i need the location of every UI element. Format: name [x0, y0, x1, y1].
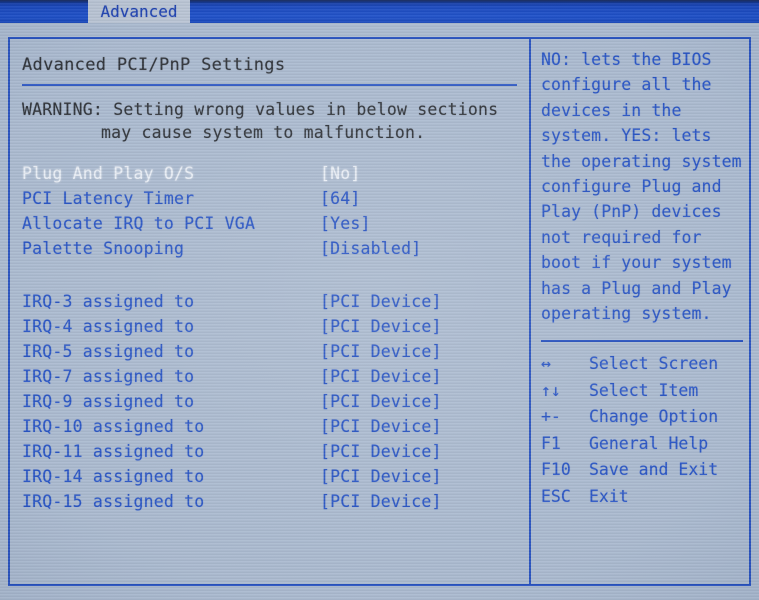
- irq-option-label: IRQ-10 assigned to: [22, 417, 205, 436]
- key-legend-row: ↑↓ Select Item: [541, 377, 745, 404]
- irq-option-value[interactable]: [PCI Device]: [320, 317, 442, 336]
- key-legend: ↔ Select Screen ↑↓ Select Item +- Change Opti…: [541, 350, 745, 509]
- help-separator: [541, 340, 743, 343]
- irq-option-value[interactable]: [PCI Device]: [320, 367, 442, 386]
- irq-option-label: IRQ-14 assigned to: [22, 467, 205, 486]
- key-legend-row: ↔ Select Screen: [541, 350, 745, 377]
- option-row[interactable]: Palette Snooping [Disabled]: [10, 236, 529, 261]
- esc-key-icon: ESC: [541, 486, 571, 506]
- option-row[interactable]: Allocate IRQ to PCI VGA [Yes]: [10, 211, 529, 236]
- menu-bar: Advanced: [0, 0, 759, 23]
- warning-line-1: WARNING: Setting wrong values in below s…: [22, 100, 499, 119]
- irq-option-label: IRQ-9 assigned to: [22, 392, 195, 411]
- option-label: Palette Snooping: [22, 239, 185, 258]
- option-value[interactable]: [Yes]: [320, 214, 371, 233]
- up-down-arrow-icon: ↑↓: [541, 380, 561, 400]
- pci-pnp-option-list: Plug And Play O/S [No] PCI Latency Timer [6…: [10, 161, 529, 261]
- option-label: Allocate IRQ to PCI VGA: [22, 214, 256, 233]
- key-legend-row: F10 Save and Exit: [541, 456, 745, 483]
- key-legend-description: Select Screen: [589, 354, 719, 374]
- option-value[interactable]: [No]: [320, 164, 361, 183]
- key-legend-row: F1 General Help: [541, 430, 745, 457]
- page-title: Advanced PCI/PnP Settings: [22, 55, 286, 75]
- irq-option-value[interactable]: [PCI Device]: [320, 492, 442, 511]
- irq-option-row[interactable]: IRQ-15 assigned to [PCI Device]: [10, 489, 529, 514]
- irq-option-value[interactable]: [PCI Device]: [320, 417, 442, 436]
- irq-option-row[interactable]: IRQ-14 assigned to [PCI Device]: [10, 464, 529, 489]
- irq-option-value[interactable]: [PCI Device]: [320, 392, 442, 411]
- help-pane: NO: lets the BIOS configure all the devi…: [531, 39, 751, 584]
- option-label: Plug And Play O/S: [22, 164, 195, 183]
- irq-option-value[interactable]: [PCI Device]: [320, 467, 442, 486]
- irq-option-row[interactable]: IRQ-5 assigned to [PCI Device]: [10, 339, 529, 364]
- irq-option-row[interactable]: IRQ-7 assigned to [PCI Device]: [10, 364, 529, 389]
- option-row[interactable]: Plug And Play O/S [No]: [10, 161, 529, 186]
- key-legend-row: +- Change Option: [541, 403, 745, 430]
- irq-option-label: IRQ-11 assigned to: [22, 442, 205, 461]
- key-legend-description: Change Option: [589, 407, 719, 427]
- help-text: NO: lets the BIOS configure all the devi…: [541, 50, 752, 324]
- irq-option-value[interactable]: [PCI Device]: [320, 342, 442, 361]
- option-value[interactable]: [Disabled]: [320, 239, 421, 258]
- option-label: PCI Latency Timer: [22, 189, 195, 208]
- irq-option-label: IRQ-4 assigned to: [22, 317, 195, 336]
- option-group-spacer: [10, 261, 529, 289]
- key-legend-description: General Help: [589, 433, 709, 453]
- left-right-arrow-icon: ↔: [541, 354, 551, 374]
- tab-advanced[interactable]: Advanced: [88, 0, 190, 23]
- irq-option-row[interactable]: IRQ-9 assigned to [PCI Device]: [10, 389, 529, 414]
- bios-setup-screen: Advanced Advanced PCI/PnP Settings WARNI…: [0, 0, 759, 600]
- irq-option-label: IRQ-7 assigned to: [22, 367, 195, 386]
- irq-option-label: IRQ-5 assigned to: [22, 342, 195, 361]
- warning-line-2: may cause system to malfunction.: [101, 123, 426, 142]
- plus-minus-icon: +-: [541, 407, 561, 427]
- irq-option-value[interactable]: [PCI Device]: [320, 292, 442, 311]
- option-value[interactable]: [64]: [320, 189, 361, 208]
- key-legend-description: Select Item: [589, 380, 699, 400]
- key-legend-description: Save and Exit: [589, 460, 719, 480]
- settings-pane: Advanced PCI/PnP Settings WARNING: Setti…: [10, 39, 529, 584]
- option-row[interactable]: PCI Latency Timer [64]: [10, 186, 529, 211]
- irq-option-value[interactable]: [PCI Device]: [320, 442, 442, 461]
- irq-option-label: IRQ-3 assigned to: [22, 292, 195, 311]
- f10-key-icon: F10: [541, 460, 571, 480]
- warning-message: WARNING: Setting wrong values in below s…: [10, 86, 529, 144]
- irq-option-label: IRQ-15 assigned to: [22, 492, 205, 511]
- irq-option-row[interactable]: IRQ-11 assigned to [PCI Device]: [10, 439, 529, 464]
- key-legend-row: ESC Exit: [541, 483, 745, 510]
- irq-option-row[interactable]: IRQ-10 assigned to [PCI Device]: [10, 414, 529, 439]
- key-legend-description: Exit: [589, 486, 629, 506]
- f1-key-icon: F1: [541, 433, 561, 453]
- setup-frame: Advanced PCI/PnP Settings WARNING: Setti…: [8, 37, 751, 586]
- irq-option-row[interactable]: IRQ-3 assigned to [PCI Device]: [10, 289, 529, 314]
- irq-option-list: IRQ-3 assigned to [PCI Device] IRQ-4 assig…: [10, 289, 529, 514]
- irq-option-row[interactable]: IRQ-4 assigned to [PCI Device]: [10, 314, 529, 339]
